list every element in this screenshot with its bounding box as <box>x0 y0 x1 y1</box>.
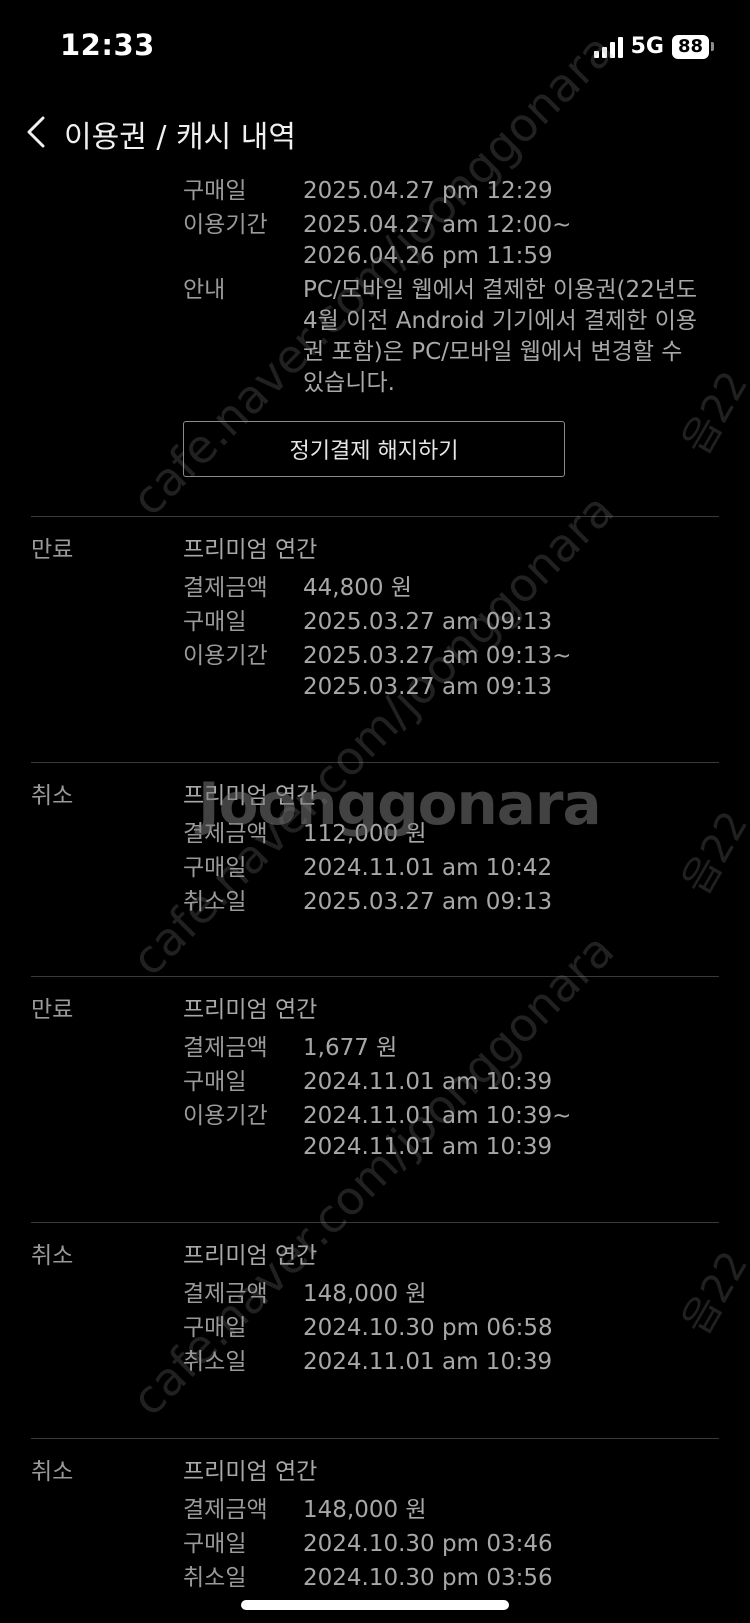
cancel-subscription-button[interactable]: 정기결제 해지하기 <box>183 421 565 477</box>
detail-row: 구매일 2024.10.30 pm 03:46 <box>183 1529 703 1560</box>
chevron-left-icon <box>27 116 45 148</box>
detail-label: 결제금액 <box>183 1281 268 1307</box>
notice-text: PC/모바일 웹에서 결제한 이용권(22년도 4월 이전 Android 기기… <box>303 277 698 396</box>
detail-label: 구매일 <box>183 609 247 635</box>
detail-value: 148,000 원 <box>303 1497 427 1523</box>
detail-value: 2024.10.30 pm 06:58 <box>303 1315 553 1341</box>
divider <box>31 762 719 763</box>
product-name: 프리미엄 연간 <box>183 537 318 563</box>
detail-value: 2025.04.27 pm 12:29 <box>303 178 553 204</box>
back-button[interactable] <box>16 110 56 154</box>
network-type: 5G <box>630 34 664 59</box>
detail-row: 구매일 2025.04.27 pm 12:29 <box>183 176 703 207</box>
home-indicator[interactable] <box>241 1600 509 1610</box>
watermark-logo: Joonggonara <box>198 770 602 838</box>
detail-label: 결제금액 <box>183 1035 268 1061</box>
detail-row: 취소일 2024.11.01 am 10:39 <box>183 1347 703 1378</box>
detail-value: 44,800 원 <box>303 575 412 601</box>
divider <box>31 1438 719 1439</box>
detail-row: 구매일 2024.11.01 am 10:39 <box>183 1067 703 1098</box>
status-indicators: 5G 88 <box>593 34 714 59</box>
detail-label: 취소일 <box>183 1349 247 1375</box>
battery-icon: 88 <box>671 34 714 59</box>
page-title: 이용권 / 캐시 내역 <box>64 120 296 155</box>
detail-value: 2024.11.01 am 10:42 <box>303 855 553 881</box>
detail-row: 안내 PC/모바일 웹에서 결제한 이용권(22년도 4월 이전 Android… <box>183 275 703 399</box>
detail-row: 결제금액 148,000 원 <box>183 1495 703 1526</box>
status-badge: 취소 <box>31 783 74 809</box>
detail-value: 2024.11.01 am 10:39 <box>303 1069 553 1095</box>
detail-label: 결제금액 <box>183 1497 268 1523</box>
product-name: 프리미엄 연간 <box>183 1243 318 1269</box>
detail-value: 2025.03.27 am 09:13 <box>303 889 553 915</box>
status-badge: 취소 <box>31 1459 74 1485</box>
detail-row: 구매일 2024.11.01 am 10:42 <box>183 853 703 884</box>
detail-row: 이용기간 2024.11.01 am 10:39~ 2024.11.01 am 1… <box>183 1101 703 1163</box>
status-badge: 만료 <box>31 997 74 1023</box>
detail-value: 2025.03.27 am 09:13 <box>303 609 553 635</box>
current-ticket-details: 구매일 2025.04.27 pm 12:29 이용기간 2025.04.27 … <box>183 176 703 399</box>
detail-value: 148,000 원 <box>303 1281 427 1307</box>
detail-row: 결제금액 44,800 원 <box>183 573 703 604</box>
detail-value: 2024.10.30 pm 03:46 <box>303 1531 553 1557</box>
detail-value: 2024.11.01 am 10:39~ 2024.11.01 am 10:39 <box>303 1103 572 1160</box>
detail-row: 구매일 2024.10.30 pm 06:58 <box>183 1313 703 1344</box>
divider <box>31 976 719 977</box>
detail-label: 안내 <box>183 277 226 303</box>
detail-row: 이용기간 2025.04.27 am 12:00~ 2026.04.26 pm … <box>183 210 703 272</box>
status-bar: 12:33 5G 88 <box>0 0 750 96</box>
detail-row: 취소일 2024.10.30 pm 03:56 <box>183 1563 703 1594</box>
battery-level: 88 <box>671 34 709 59</box>
detail-label: 구매일 <box>183 1069 247 1095</box>
divider <box>31 516 719 517</box>
detail-value: 1,677 원 <box>303 1035 398 1061</box>
detail-row: 결제금액 1,677 원 <box>183 1033 703 1064</box>
detail-row: 결제금액 148,000 원 <box>183 1279 703 1310</box>
status-time: 12:33 <box>60 28 155 62</box>
detail-label: 구매일 <box>183 855 247 881</box>
detail-label: 구매일 <box>183 1531 247 1557</box>
cellular-signal-icon <box>593 36 623 58</box>
product-name: 프리미엄 연간 <box>183 997 318 1023</box>
detail-value: 2025.03.27 am 09:13~ 2025.03.27 am 09:13 <box>303 643 572 700</box>
detail-label: 구매일 <box>183 178 247 204</box>
detail-label: 취소일 <box>183 889 247 915</box>
detail-label: 취소일 <box>183 1565 247 1591</box>
detail-row: 이용기간 2025.03.27 am 09:13~ 2025.03.27 am 0… <box>183 641 703 703</box>
status-badge: 취소 <box>31 1243 74 1269</box>
status-badge: 만료 <box>31 537 74 563</box>
detail-label: 이용기간 <box>183 1103 268 1129</box>
detail-label: 구매일 <box>183 1315 247 1341</box>
detail-label: 이용기간 <box>183 643 268 669</box>
detail-value: 2025.04.27 am 12:00~ 2026.04.26 pm 11:59 <box>303 212 572 269</box>
divider <box>31 1222 719 1223</box>
detail-value: 2024.10.30 pm 03:56 <box>303 1565 553 1591</box>
nav-bar: 이용권 / 캐시 내역 <box>0 100 750 164</box>
detail-label: 이용기간 <box>183 212 268 238</box>
detail-row: 취소일 2025.03.27 am 09:13 <box>183 887 703 918</box>
detail-row: 구매일 2025.03.27 am 09:13 <box>183 607 703 638</box>
detail-value: 2024.11.01 am 10:39 <box>303 1349 553 1375</box>
detail-label: 결제금액 <box>183 575 268 601</box>
product-name: 프리미엄 연간 <box>183 1459 318 1485</box>
